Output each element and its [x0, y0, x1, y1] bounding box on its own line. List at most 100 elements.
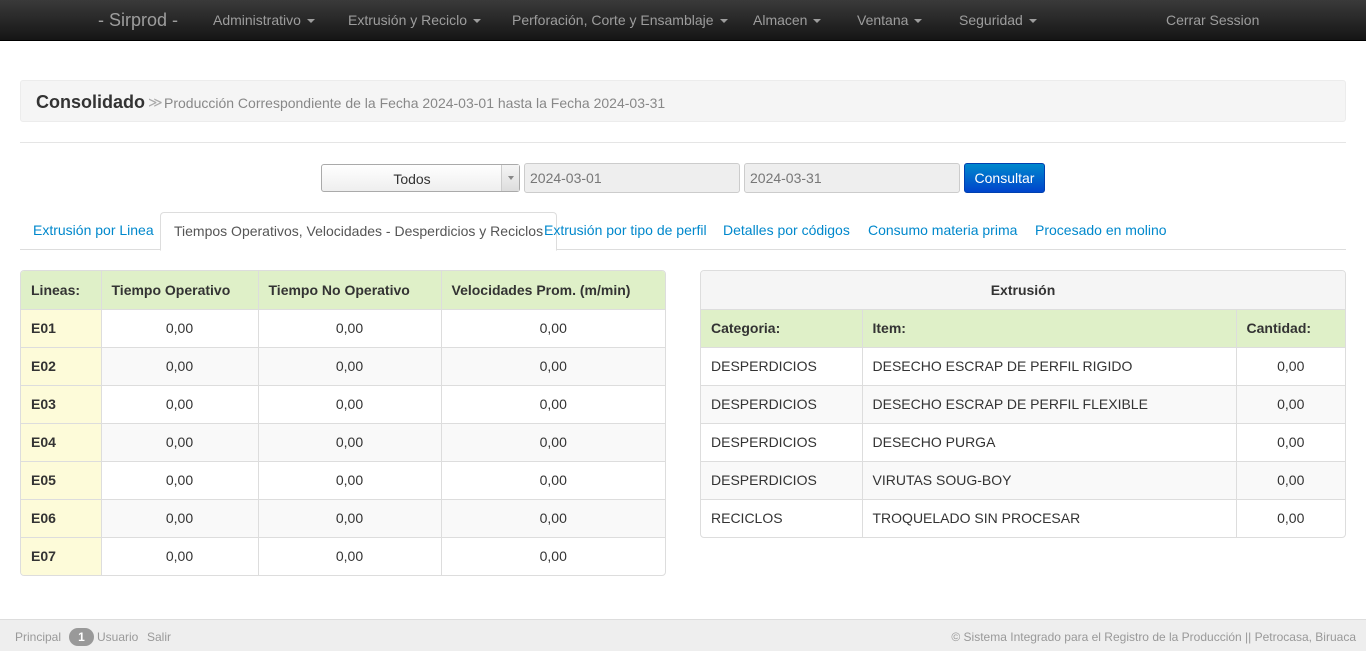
column-header: Categoria: — [701, 308, 862, 347]
page-subtitle: Producción Correspondiente de la Fecha 2… — [164, 95, 666, 111]
menu-almacen[interactable]: Almacen — [753, 12, 822, 28]
cell: RECICLOS — [701, 498, 862, 537]
column-header: Tiempo No Operativo — [257, 271, 441, 309]
tab-detalles-codigos[interactable]: Detalles por códigos — [710, 212, 863, 250]
cell: DESPERDICIOS — [701, 384, 862, 423]
cell: 0,00 — [100, 346, 258, 385]
tab-bar: Extrusión por Linea Tiempos Operativos, … — [20, 212, 1346, 251]
table-row: RECICLOS TROQUELADO SIN PROCESAR 0,00 — [701, 498, 1345, 537]
caret-down-icon — [813, 19, 822, 24]
cell: DESPERDICIOS — [701, 460, 862, 499]
cell: 0,00 — [440, 536, 665, 575]
menu-ventana[interactable]: Ventana — [857, 12, 923, 28]
chevron-down-icon[interactable] — [501, 165, 519, 191]
table-row: E02 0,00 0,00 0,00 — [21, 346, 665, 385]
table-row: E04 0,00 0,00 0,00 — [21, 422, 665, 461]
date-from-input[interactable] — [524, 163, 740, 193]
cell: 0,00 — [257, 422, 441, 461]
cell: 0,00 — [257, 384, 441, 423]
line-cell: E05 — [21, 460, 101, 499]
caret-down-icon — [473, 19, 482, 24]
cell: DESPERDICIOS — [701, 346, 862, 385]
footer-home-link[interactable]: Principal — [15, 630, 61, 644]
cell: DESECHO ESCRAP DE PERFIL RIGIDO — [861, 346, 1236, 385]
cell: 0,00 — [257, 346, 441, 385]
cell: 0,00 — [1235, 384, 1345, 423]
menu-seguridad[interactable]: Seguridad — [959, 12, 1037, 28]
table-row: E03 0,00 0,00 0,00 — [21, 384, 665, 423]
line-cell: E02 — [21, 346, 101, 385]
extrusion-table: Extrusión Categoria: Item: Cantidad: DES… — [700, 270, 1346, 538]
date-to-input[interactable] — [744, 163, 960, 193]
caret-down-icon — [719, 19, 728, 24]
page-title: Consolidado — [36, 92, 145, 112]
tab-consumo-materia-prima[interactable]: Consumo materia prima — [855, 212, 1030, 250]
line-cell: E04 — [21, 422, 101, 461]
cell: DESPERDICIOS — [701, 422, 862, 461]
tab-tiempos-operativos[interactable]: Tiempos Operativos, Velocidades - Desper… — [160, 212, 558, 251]
footer-user-link[interactable]: Usuario — [97, 630, 138, 644]
menu-label: Administrativo — [213, 12, 301, 28]
table-caption: Extrusión — [701, 271, 1345, 309]
line-cell: E03 — [21, 384, 101, 423]
cell: 0,00 — [1235, 422, 1345, 461]
cell: DESECHO ESCRAP DE PERFIL FLEXIBLE — [861, 384, 1236, 423]
column-header: Lineas: — [21, 271, 101, 309]
table-row: DESPERDICIOS DESECHO PURGA 0,00 — [701, 422, 1345, 461]
line-select-value: Todos — [393, 171, 431, 187]
table-row: DESPERDICIOS DESECHO ESCRAP DE PERFIL RI… — [701, 346, 1345, 385]
cell: VIRUTAS SOUG-BOY — [861, 460, 1236, 499]
column-header: Item: — [861, 308, 1236, 347]
menu-label: Perforación, Corte y Ensamblaje — [512, 12, 714, 28]
lines-table: Lineas: Tiempo Operativo Tiempo No Opera… — [20, 270, 666, 576]
table-row: DESPERDICIOS VIRUTAS SOUG-BOY 0,00 — [701, 460, 1345, 499]
column-header: Cantidad: — [1235, 308, 1345, 347]
table-caption-row: Extrusión — [701, 271, 1345, 309]
column-header: Velocidades Prom. (m/min) — [440, 271, 665, 309]
cell: 0,00 — [440, 384, 665, 423]
divider — [20, 142, 1346, 143]
menu-perforacion-corte-ensamblaje[interactable]: Perforación, Corte y Ensamblaje — [512, 12, 728, 28]
logout-link[interactable]: Cerrar Session — [1166, 12, 1259, 28]
caret-down-icon — [306, 19, 315, 24]
cell: 0,00 — [1235, 346, 1345, 385]
cell: 0,00 — [100, 498, 258, 537]
cell: DESECHO PURGA — [861, 422, 1236, 461]
menu-label: Seguridad — [959, 12, 1023, 28]
tab-procesado-molino[interactable]: Procesado en molino — [1022, 212, 1180, 250]
menu-administrativo[interactable]: Administrativo — [213, 12, 315, 28]
table-row: E06 0,00 0,00 0,00 — [21, 498, 665, 537]
copyright-text: © Sistema Integrado para el Registro de … — [951, 630, 1356, 644]
cell: 0,00 — [257, 536, 441, 575]
table-header-row: Categoria: Item: Cantidad: — [701, 308, 1345, 347]
table-header-row: Lineas: Tiempo Operativo Tiempo No Opera… — [21, 271, 665, 309]
table-row: DESPERDICIOS DESECHO ESCRAP DE PERFIL FL… — [701, 384, 1345, 423]
cell: 0,00 — [100, 460, 258, 499]
cell: 0,00 — [100, 308, 258, 347]
consultar-button[interactable]: Consultar — [964, 163, 1045, 193]
breadcrumb-separator: ≫ — [148, 94, 163, 110]
cell: 0,00 — [100, 536, 258, 575]
column-header: Tiempo Operativo — [100, 271, 258, 309]
menu-label: Ventana — [857, 12, 909, 28]
footer-exit-link[interactable]: Salir — [147, 630, 171, 644]
notification-badge: 1 — [69, 628, 94, 646]
top-navbar: - Sirprod - Administrativo Extrusión y R… — [0, 0, 1366, 41]
cell: 0,00 — [257, 308, 441, 347]
caret-down-icon — [1028, 19, 1037, 24]
menu-extrusion-reciclo[interactable]: Extrusión y Reciclo — [348, 12, 482, 28]
cell: 0,00 — [257, 498, 441, 537]
table-row: E01 0,00 0,00 0,00 — [21, 308, 665, 347]
cell: 0,00 — [100, 384, 258, 423]
table-row: E05 0,00 0,00 0,00 — [21, 460, 665, 499]
line-cell: E07 — [21, 536, 101, 575]
tab-extrusion-tipo-perfil[interactable]: Extrusión por tipo de perfil — [531, 212, 720, 250]
cell: 0,00 — [1235, 460, 1345, 499]
brand-logo[interactable]: - Sirprod - — [98, 10, 178, 31]
cell: 0,00 — [440, 346, 665, 385]
cell: 0,00 — [440, 308, 665, 347]
line-select[interactable]: Todos — [321, 164, 520, 192]
tab-extrusion-por-linea[interactable]: Extrusión por Linea — [20, 212, 167, 250]
line-cell: E06 — [21, 498, 101, 537]
cell: 0,00 — [1235, 498, 1345, 537]
